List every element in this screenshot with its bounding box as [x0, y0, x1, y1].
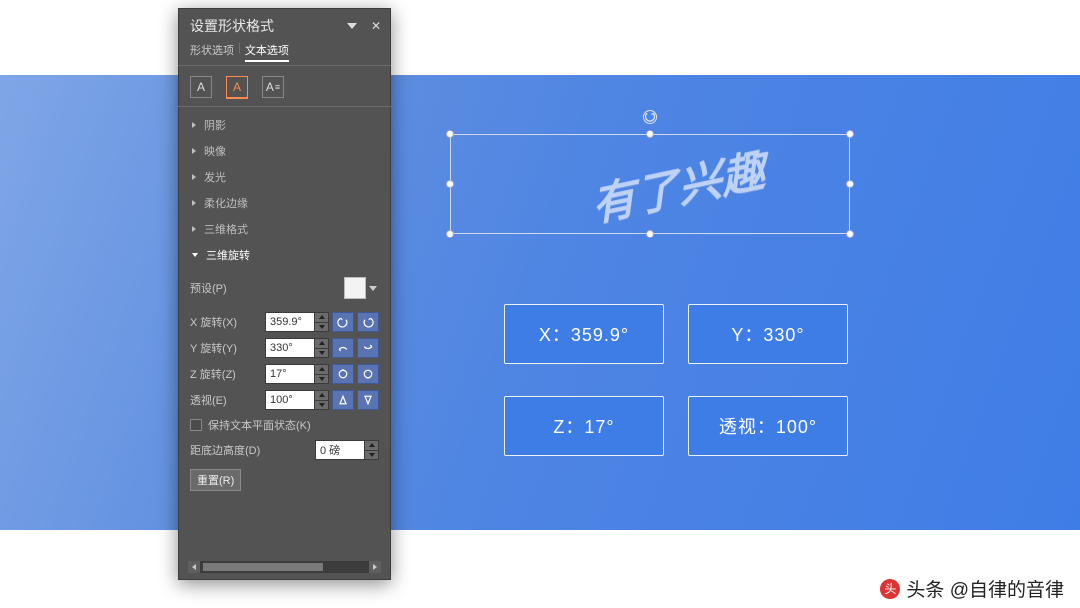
rotate-up-icon[interactable]	[332, 338, 354, 358]
rotate-right-icon[interactable]	[357, 312, 379, 332]
keep-text-flat-label: 保持文本平面状态(K)	[208, 417, 311, 433]
text-fill-outline-icon[interactable]: A	[190, 76, 212, 98]
panel-menu-icon[interactable]	[347, 23, 357, 29]
chevron-down-icon	[369, 286, 377, 291]
preset-label: 预设(P)	[190, 280, 227, 296]
rotate-cw-icon[interactable]	[357, 364, 379, 384]
resize-handle[interactable]	[846, 230, 854, 238]
perspective-input[interactable]	[265, 390, 315, 410]
panel-scrollbar[interactable]	[188, 561, 381, 573]
distance-label: 距底边高度(D)	[190, 442, 260, 458]
category-glow[interactable]: 发光	[178, 165, 391, 189]
z-spin-up[interactable]	[315, 365, 328, 375]
x-spin-down[interactable]	[315, 323, 328, 332]
y-spin-up[interactable]	[315, 339, 328, 349]
z-spin-down[interactable]	[315, 375, 328, 384]
persp-spin-up[interactable]	[315, 391, 328, 401]
scroll-right-icon[interactable]	[369, 561, 381, 573]
watermark-icon: 头	[880, 579, 900, 599]
tab-separator: |	[238, 42, 241, 62]
format-shape-panel: 设置形状格式 ✕ 形状选项 | 文本选项 A A A≡ 阴影 映像 发光 柔化边…	[178, 8, 391, 580]
keep-text-flat-checkbox[interactable]	[190, 419, 202, 431]
selection-border	[450, 134, 850, 234]
x-rotation-label: X 旋转(X)	[190, 314, 237, 330]
resize-handle[interactable]	[646, 130, 654, 138]
rotation-handle-icon[interactable]	[643, 110, 657, 124]
rotate-ccw-icon[interactable]	[332, 364, 354, 384]
text-box-icon[interactable]: A≡	[262, 76, 284, 98]
persp-spin-down[interactable]	[315, 401, 328, 410]
category-soft-edges[interactable]: 柔化边缘	[178, 191, 391, 215]
resize-handle[interactable]	[446, 130, 454, 138]
reset-button[interactable]: 重置(R)	[190, 469, 241, 491]
card-y: Y：330°	[688, 304, 848, 364]
rotate-left-icon[interactable]	[332, 312, 354, 332]
x-spin-up[interactable]	[315, 313, 328, 323]
distance-input[interactable]	[315, 440, 365, 460]
y-rotation-input[interactable]	[265, 338, 315, 358]
scroll-left-icon[interactable]	[188, 561, 200, 573]
watermark-text: 头条 @自律的音律	[906, 575, 1064, 602]
category-3d-format[interactable]: 三维格式	[178, 217, 391, 241]
scroll-thumb[interactable]	[203, 563, 323, 571]
resize-handle[interactable]	[846, 130, 854, 138]
category-shadow[interactable]: 阴影	[178, 113, 391, 137]
card-perspective: 透视：100°	[688, 396, 848, 456]
y-rotation-label: Y 旋转(Y)	[190, 340, 237, 356]
dist-spin-up[interactable]	[365, 441, 378, 451]
selected-text-object[interactable]: 有了兴趣	[450, 134, 850, 234]
category-reflection[interactable]: 映像	[178, 139, 391, 163]
text-effects-icon[interactable]: A	[226, 76, 248, 98]
close-icon[interactable]: ✕	[371, 19, 381, 33]
resize-handle[interactable]	[446, 230, 454, 238]
z-rotation-input[interactable]	[265, 364, 315, 384]
z-rotation-label: Z 旋转(Z)	[190, 366, 236, 382]
tab-shape-options[interactable]: 形状选项	[190, 42, 234, 62]
preset-dropdown[interactable]	[337, 276, 379, 300]
resize-handle[interactable]	[846, 180, 854, 188]
panel-title: 设置形状格式	[190, 16, 274, 36]
y-spin-down[interactable]	[315, 349, 328, 358]
perspective-wide-icon[interactable]	[357, 390, 379, 410]
summary-cards: X：359.9° Y：330° Z：17° 透视：100°	[504, 304, 848, 456]
resize-handle[interactable]	[446, 180, 454, 188]
preset-swatch-icon	[344, 277, 366, 299]
resize-handle[interactable]	[646, 230, 654, 238]
perspective-label: 透视(E)	[190, 392, 227, 408]
card-x: X：359.9°	[504, 304, 664, 364]
perspective-narrow-icon[interactable]	[332, 390, 354, 410]
card-z: Z：17°	[504, 396, 664, 456]
rotate-down-icon[interactable]	[357, 338, 379, 358]
watermark: 头 头条 @自律的音律	[880, 575, 1064, 602]
x-rotation-input[interactable]	[265, 312, 315, 332]
dist-spin-down[interactable]	[365, 451, 378, 460]
tab-text-options[interactable]: 文本选项	[245, 42, 289, 62]
category-3d-rotation[interactable]: 三维旋转	[178, 243, 391, 267]
